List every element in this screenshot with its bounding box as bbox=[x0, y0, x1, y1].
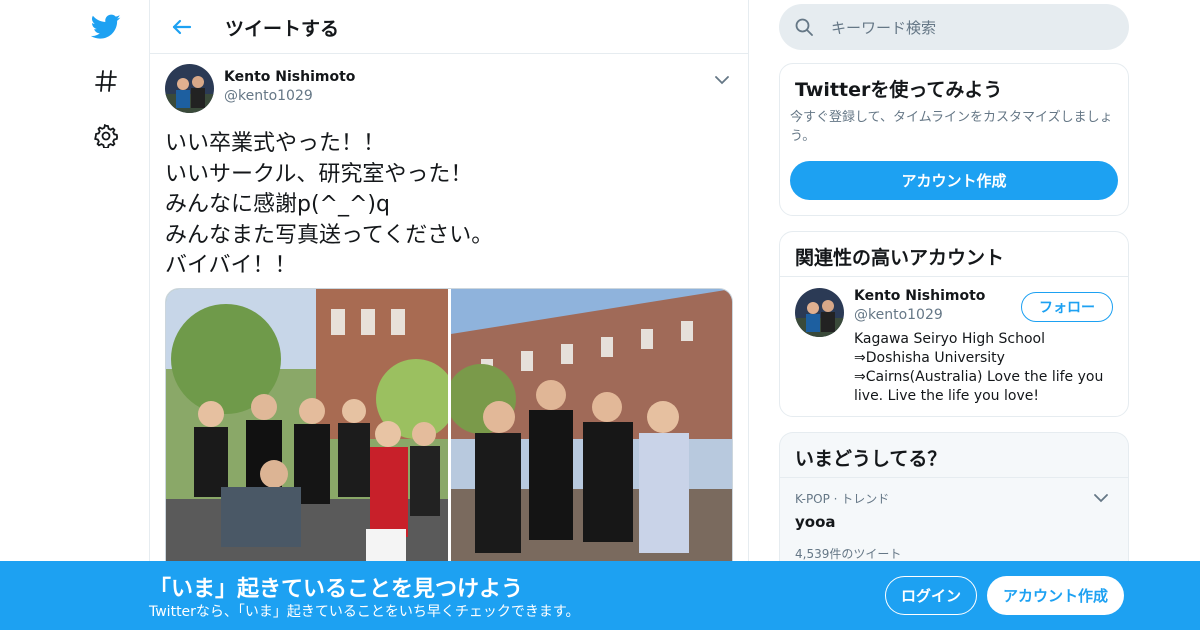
app-root: ツイートする Kento Nishimoto @kento1029 いい卒業式や… bbox=[0, 0, 1200, 630]
twitter-bird-icon[interactable] bbox=[89, 10, 123, 44]
trend-item[interactable]: K-POP · トレンド yooa 4,539件のツイート bbox=[780, 478, 1128, 562]
page-header: ツイートする bbox=[150, 0, 748, 54]
group-photo-2[interactable] bbox=[446, 289, 732, 587]
tweet-text-line: いいサークル、研究室やった！ bbox=[165, 161, 473, 187]
try-twitter-card: Twitterを使ってみよう 今すぐ登録して、タイムラインをカスタマイズしましょ… bbox=[779, 63, 1129, 216]
tweet-text-line: バイバイ！！ bbox=[165, 253, 297, 278]
tweet-text-line: みんなまた写真送ってください。 bbox=[165, 222, 494, 248]
account-name[interactable]: Kento Nishimoto bbox=[854, 288, 985, 304]
banner-headline: 「いま」起きていることを見つけよう bbox=[149, 577, 524, 602]
follow-button[interactable]: フォロー bbox=[1021, 292, 1113, 322]
related-accounts-card: 関連性の高いアカウント Kento Nishimoto @kento1029 フ… bbox=[779, 231, 1129, 417]
settings-icon[interactable] bbox=[89, 119, 123, 153]
signup-button[interactable]: アカウント作成 bbox=[987, 576, 1124, 615]
left-nav bbox=[0, 0, 150, 630]
banner-subtext: Twitterなら、「いま」起きていることをいち早くチェックできます。 bbox=[149, 604, 580, 620]
chevron-down-icon[interactable] bbox=[710, 68, 734, 92]
tweet-text: いい卒業式やった！！ いいサークル、研究室やった！ みんなに感謝p(^_^)q … bbox=[165, 129, 725, 282]
avatar[interactable] bbox=[165, 64, 214, 113]
account-bio: Kagawa Seiryo High School ⇒Doshisha Univ… bbox=[854, 331, 1104, 404]
search-icon bbox=[795, 17, 815, 37]
search-input-placeholder[interactable]: キーワード検索 bbox=[831, 17, 936, 38]
card-description: 今すぐ登録して、タイムラインをカスタマイズしましょう。 bbox=[790, 110, 1113, 144]
create-account-button[interactable]: アカウント作成 bbox=[790, 161, 1118, 200]
account-handle[interactable]: @kento1029 bbox=[854, 307, 943, 323]
tweet-author-name[interactable]: Kento Nishimoto bbox=[224, 69, 355, 85]
avatar[interactable] bbox=[795, 288, 844, 337]
tweet-media bbox=[165, 288, 733, 588]
tweet-author-handle[interactable]: @kento1029 bbox=[224, 88, 313, 104]
card-title: 関連性の高いアカウント bbox=[780, 232, 1128, 277]
search-bar[interactable]: キーワード検索 bbox=[779, 4, 1129, 50]
trend-name[interactable]: yooa bbox=[795, 513, 1113, 531]
tweet-text-line: いい卒業式やった！！ bbox=[165, 131, 386, 156]
login-button[interactable]: ログイン bbox=[885, 576, 977, 615]
trend-count: 4,539件のツイート bbox=[795, 547, 902, 561]
card-title: いまどうしてる？ bbox=[780, 433, 1128, 478]
arrow-left-icon[interactable] bbox=[168, 13, 196, 41]
card-title: Twitterを使ってみよう bbox=[795, 79, 1003, 101]
page-title: ツイートする bbox=[225, 18, 340, 40]
trend-meta: K-POP · トレンド bbox=[795, 492, 890, 506]
tweet-text-line: みんなに感謝p(^_^)q bbox=[165, 192, 390, 217]
main-column: ツイートする Kento Nishimoto @kento1029 いい卒業式や… bbox=[149, 0, 749, 630]
group-photo-1[interactable] bbox=[166, 289, 456, 587]
chevron-down-icon[interactable] bbox=[1094, 488, 1114, 508]
hashtag-icon[interactable] bbox=[89, 64, 123, 98]
